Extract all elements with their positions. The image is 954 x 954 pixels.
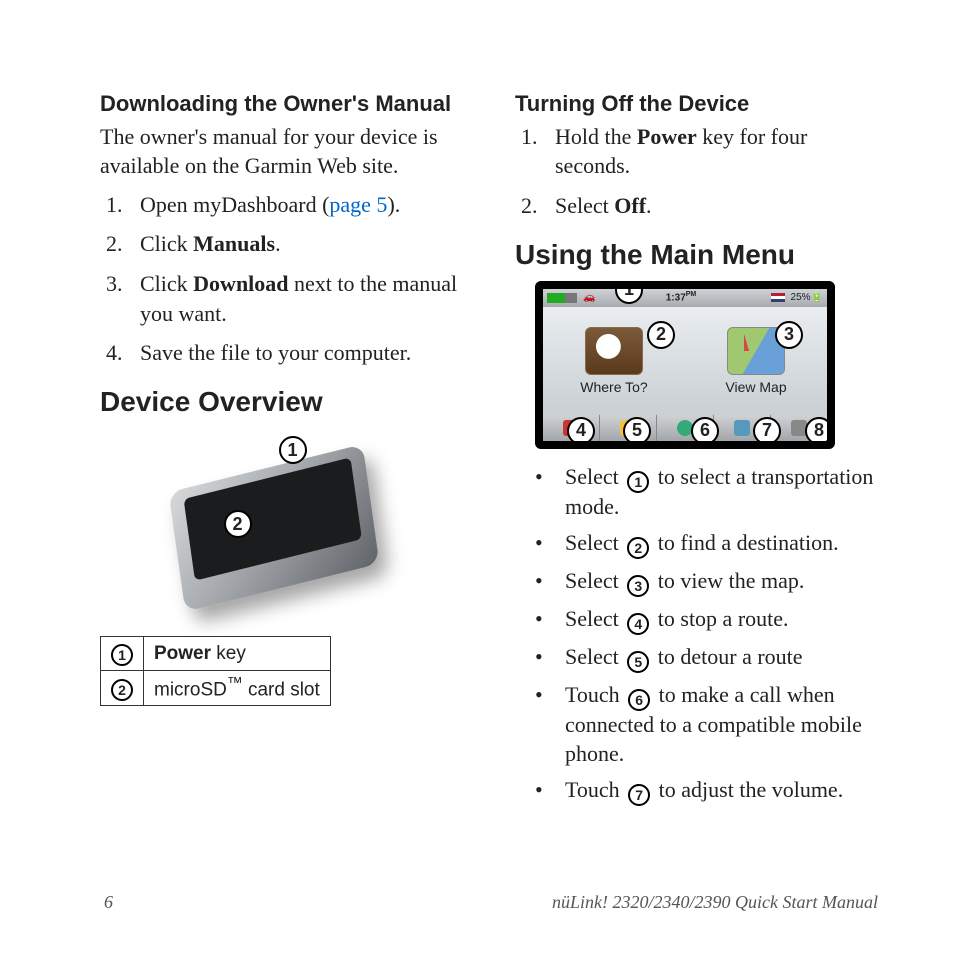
step-click-download: Click Download next to the manual you wa…: [100, 269, 467, 328]
downloading-heading: Downloading the Owner's Manual: [100, 90, 467, 118]
callout-2-icon: 2: [224, 510, 252, 538]
circled-7-icon: 7: [628, 784, 650, 806]
menu-callout-7-icon: 7: [753, 417, 781, 445]
bullet-view-map: Select 3 to view the map.: [515, 567, 882, 597]
table-row: 1 Power key: [101, 637, 331, 671]
step-click-manuals: Click Manuals.: [100, 229, 467, 259]
key-num-cell: 1: [101, 637, 144, 671]
status-bar: 🚗 1:37PM 25%🔋: [543, 289, 827, 307]
menu-callout-6-icon: 6: [691, 417, 719, 445]
page5-link[interactable]: page 5: [329, 192, 387, 217]
circled-1-icon: 1: [627, 471, 649, 493]
circled-2-icon: 2: [111, 679, 133, 701]
satellite-icon: [547, 293, 577, 303]
table-row: 2 microSD™ card slot: [101, 671, 331, 706]
turning-off-steps: Hold the Power key for four seconds. Sel…: [515, 122, 882, 221]
where-to-label: Where To?: [580, 379, 647, 395]
magnifier-map-icon: [585, 327, 643, 375]
volume-icon: [734, 420, 750, 436]
key-desc-cell: Power key: [144, 637, 331, 671]
bullet-transport-mode: Select 1 to select a transportation mode…: [515, 463, 882, 522]
circled-4-icon: 4: [627, 613, 649, 635]
callout-1-icon: 1: [279, 436, 307, 464]
bullet-volume: Touch 7 to adjust the volume.: [515, 776, 882, 806]
key-desc-cell: microSD™ card slot: [144, 671, 331, 706]
bullet-stop-route: Select 4 to stop a route.: [515, 605, 882, 635]
status-time: 1:37PM: [666, 291, 697, 303]
downloading-steps: Open myDashboard (page 5). Click Manuals…: [100, 190, 467, 368]
gps-screen-icon: [183, 457, 361, 580]
menu-callout-4-icon: 4: [567, 417, 595, 445]
step-open-dashboard: Open myDashboard (page 5).: [100, 190, 467, 220]
flag-icon: [771, 293, 785, 302]
battery-label: 25%🔋: [791, 292, 823, 303]
circled-5-icon: 5: [627, 651, 649, 673]
key-num-cell: 2: [101, 671, 144, 706]
menu-callout-3-icon: 3: [775, 321, 803, 349]
step-hold-power: Hold the Power key for four seconds.: [515, 122, 882, 181]
manual-title: nüLink! 2320/2340/2390 Quick Start Manua…: [552, 892, 878, 913]
device-overview-heading: Device Overview: [100, 386, 467, 418]
main-menu-heading: Using the Main Menu: [515, 239, 882, 271]
main-menu-bullets: Select 1 to select a transportation mode…: [515, 463, 882, 807]
circled-1-icon: 1: [111, 644, 133, 666]
circled-3-icon: 3: [627, 575, 649, 597]
circled-2-icon: 2: [627, 537, 649, 559]
device-overview-image: 1 2: [134, 428, 434, 618]
bullet-find-destination: Select 2 to find a destination.: [515, 529, 882, 559]
main-menu-screenshot: 🚗 1:37PM 25%🔋 Where To? View Map: [535, 281, 835, 449]
vehicle-icon: 🚗: [583, 292, 595, 303]
menu-callout-8-icon: 8: [805, 417, 833, 445]
bullet-phone-call: Touch 6 to make a call when connected to…: [515, 681, 882, 768]
view-map-tile[interactable]: View Map: [685, 307, 827, 415]
menu-callout-5-icon: 5: [623, 417, 651, 445]
right-column: Turning Off the Device Hold the Power ke…: [515, 90, 882, 888]
step-select-off: Select Off.: [515, 191, 882, 221]
gps-device-icon: [168, 444, 379, 612]
bullet-detour: Select 5 to detour a route: [515, 643, 882, 673]
device-key-table: 1 Power key 2 microSD™ card slot: [100, 636, 331, 706]
turning-off-heading: Turning Off the Device: [515, 90, 882, 118]
menu-callout-2-icon: 2: [647, 321, 675, 349]
downloading-paragraph: The owner's manual for your device is av…: [100, 122, 467, 180]
page-footer: 6 nüLink! 2320/2340/2390 Quick Start Man…: [100, 892, 882, 913]
circled-6-icon: 6: [628, 689, 650, 711]
page-number: 6: [104, 892, 113, 913]
step-save-file: Save the file to your computer.: [100, 338, 467, 368]
left-column: Downloading the Owner's Manual The owner…: [100, 90, 467, 888]
view-map-label: View Map: [725, 379, 786, 395]
